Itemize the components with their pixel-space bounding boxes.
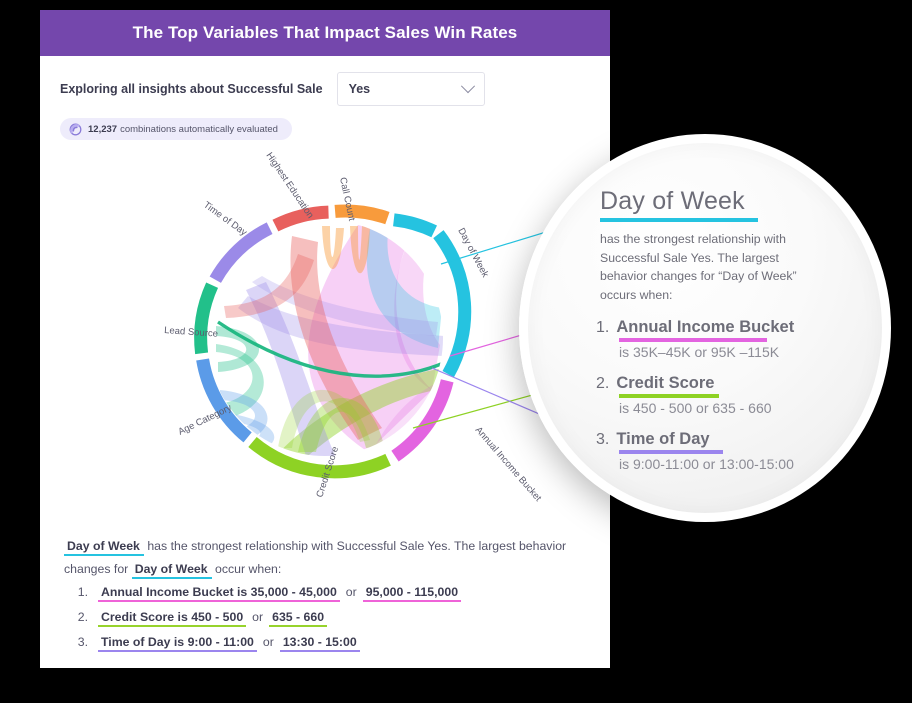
magnifier-description: has the strongest relationship with Succ… bbox=[600, 232, 797, 302]
chevron-down-icon bbox=[460, 79, 475, 94]
swirl-icon bbox=[69, 123, 82, 135]
item-underline bbox=[619, 338, 767, 342]
badge-count: 12,237 bbox=[88, 123, 118, 135]
controls-row: Exploring all insights about Successful … bbox=[40, 56, 610, 106]
item-number: 1. bbox=[596, 319, 610, 336]
item-value: is 9:00-11:00 or 13:00-15:00 bbox=[619, 456, 794, 472]
label-annual-income-bucket: Annual Income Bucket bbox=[473, 425, 544, 504]
item-number: 3. bbox=[77, 635, 88, 649]
insight-summary: Day of Week has the strongest relationsh… bbox=[64, 535, 594, 660]
list-item: 2. Credit Score is 450 - 500 or 635 - 66… bbox=[596, 374, 862, 416]
item-value: is 450 - 500 or 635 - 660 bbox=[619, 400, 772, 416]
item-primary: Credit Score is 450 - 500 bbox=[98, 610, 247, 627]
item-or: or bbox=[262, 635, 274, 649]
arc-lead-source[interactable] bbox=[194, 282, 219, 355]
item-underline bbox=[619, 394, 719, 398]
item-number: 3. bbox=[596, 431, 610, 448]
badge-text: combinations automatically evaluated bbox=[120, 123, 278, 135]
list-item: 1. Annual Income Bucket is 35K–45K or 95… bbox=[596, 318, 862, 360]
label-time-of-day: Time of Day bbox=[201, 200, 249, 239]
item-primary: Time of Day is 9:00 - 11:00 bbox=[98, 635, 257, 652]
item-value: is 35K–45K or 95K –115K bbox=[619, 344, 780, 360]
list-item: 3. Time of Day is 9:00-11:00 or 13:00-15… bbox=[596, 430, 862, 472]
card-header: The Top Variables That Impact Sales Win … bbox=[40, 10, 610, 56]
item-name: Credit Score bbox=[616, 374, 715, 392]
insight-subject-2: Day of Week bbox=[131, 562, 212, 579]
arc-highest-education[interactable] bbox=[272, 205, 329, 232]
item-secondary: 95,000 - 115,000 bbox=[362, 585, 462, 602]
magnifier-title-underline bbox=[600, 218, 758, 222]
label-lead-source: Lead Source bbox=[164, 325, 219, 340]
arc-day-of-week-2[interactable] bbox=[392, 213, 438, 238]
item-number: 2. bbox=[77, 610, 88, 624]
item-name: Time of Day bbox=[616, 430, 710, 448]
insight-list: 1. Annual Income Bucket is 35,000 - 45,0… bbox=[64, 585, 594, 652]
item-number: 1. bbox=[77, 585, 88, 599]
item-primary: Annual Income Bucket is 35,000 - 45,000 bbox=[98, 585, 340, 602]
magnifier-panel: Day of Week has the strongest relationsh… bbox=[519, 134, 891, 522]
magnifier-list: 1. Annual Income Bucket is 35K–45K or 95… bbox=[596, 318, 862, 472]
item-or: or bbox=[252, 610, 264, 624]
insight-lead-2a: changes for bbox=[64, 562, 129, 576]
item-secondary: 13:30 - 15:00 bbox=[279, 635, 360, 652]
list-item: 1. Annual Income Bucket is 35,000 - 45,0… bbox=[64, 585, 594, 602]
list-item: 3. Time of Day is 9:00 - 11:00 or 13:30 … bbox=[64, 635, 594, 652]
label-highest-education: Highest Education bbox=[264, 151, 316, 221]
item-number: 2. bbox=[596, 375, 610, 392]
magnifier-content: Day of Week has the strongest relationsh… bbox=[596, 187, 862, 486]
dropdown-selected-value: Yes bbox=[348, 82, 371, 96]
combinations-badge: 12,237 combinations automatically evalua… bbox=[60, 118, 292, 140]
insight-subject: Day of Week bbox=[64, 539, 144, 556]
list-item: 2. Credit Score is 450 - 500 or 635 - 66… bbox=[64, 610, 594, 627]
item-or: or bbox=[345, 585, 357, 599]
item-underline bbox=[619, 450, 723, 454]
insight-paragraph: Day of Week has the strongest relationsh… bbox=[64, 535, 594, 581]
successful-sale-dropdown[interactable]: Yes bbox=[336, 72, 485, 106]
item-secondary: 635 - 660 bbox=[269, 610, 328, 627]
item-name: Annual Income Bucket bbox=[616, 318, 795, 336]
page-title: The Top Variables That Impact Sales Win … bbox=[132, 23, 518, 42]
arc-day-of-week[interactable] bbox=[433, 230, 472, 378]
magnifier-title: Day of Week bbox=[600, 187, 745, 215]
insight-lead-2b: occur when: bbox=[215, 562, 282, 576]
explore-label: Exploring all insights about Successful … bbox=[60, 82, 323, 96]
insight-lead-1: has the strongest relationship with Succ… bbox=[147, 539, 567, 553]
arc-call-count[interactable] bbox=[334, 204, 390, 225]
